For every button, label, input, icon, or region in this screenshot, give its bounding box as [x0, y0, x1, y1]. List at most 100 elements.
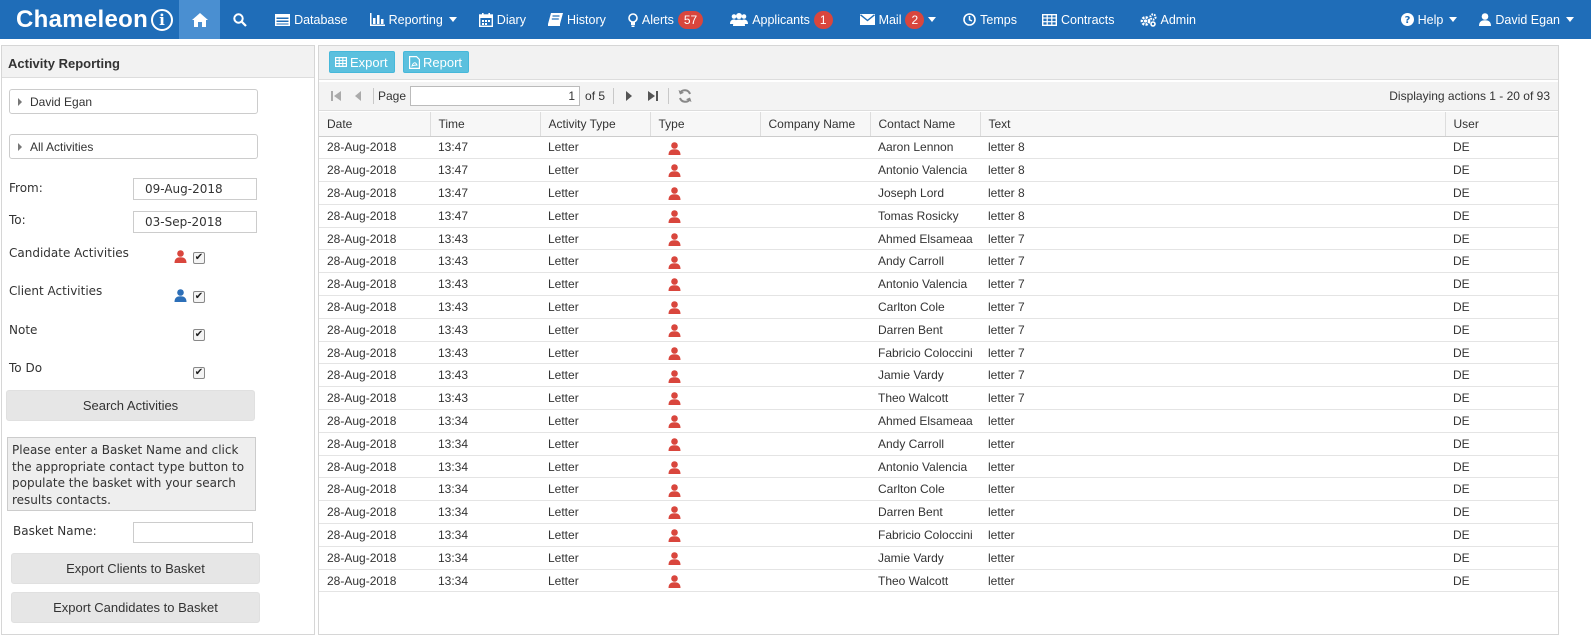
last-page-icon[interactable] — [646, 89, 660, 103]
cell-time: 13:43 — [430, 341, 540, 365]
cell-text: letter — [980, 409, 1445, 433]
table-row[interactable]: 28-Aug-2018 13:47 Letter Joseph Lord letter … — [319, 181, 1558, 205]
nav-contracts[interactable]: Contracts — [1028, 0, 1126, 39]
column-header-time[interactable]: Time — [430, 112, 541, 137]
cell-date: 28-Aug-2018 — [319, 204, 430, 228]
activity-type-select[interactable]: All Activities — [9, 134, 258, 159]
nav-admin-label: Admin — [1160, 12, 1196, 27]
table-row[interactable]: 28-Aug-2018 13:34 Letter Darren Bent letter D… — [319, 500, 1558, 525]
table-row[interactable]: 28-Aug-2018 13:47 Letter Aaron Lennon letter… — [319, 136, 1558, 160]
grid-body: 28-Aug-2018 13:47 Letter Aaron Lennon letter… — [319, 136, 1558, 593]
navbar-right: ? Help David Egan — [1390, 0, 1591, 39]
cell-user: DE — [1445, 546, 1558, 570]
note-checkbox[interactable]: ✔ — [193, 329, 205, 341]
cell-activity-type: Letter — [540, 569, 650, 593]
nav-mail[interactable]: Mail 2 — [844, 0, 948, 39]
cell-time: 13:43 — [430, 272, 540, 297]
user-select[interactable]: David Egan — [9, 89, 258, 114]
table-row[interactable]: 28-Aug-2018 13:47 Letter Tomas Rosicky lette… — [319, 204, 1558, 228]
cell-activity-type: Letter — [540, 158, 650, 183]
table-row[interactable]: 28-Aug-2018 13:34 Letter Ahmed Elsameaa lett… — [319, 409, 1558, 433]
previous-page-icon[interactable] — [351, 89, 365, 103]
cell-contact-name: Jamie Vardy — [870, 546, 980, 570]
export-button[interactable]: Export — [329, 51, 395, 73]
column-header-date[interactable]: Date — [319, 112, 431, 137]
cell-date: 28-Aug-2018 — [319, 523, 430, 547]
page-number-input[interactable]: 1 — [410, 86, 581, 106]
basket-info-text: Please enter a Basket Name and click the… — [7, 437, 256, 511]
home-button[interactable] — [179, 0, 221, 39]
cell-time: 13:47 — [430, 136, 540, 160]
table-row[interactable]: 28-Aug-2018 13:34 Letter Fabricio Coloccini… — [319, 523, 1558, 547]
export-candidates-to-basket-button[interactable]: Export Candidates to Basket — [11, 592, 260, 623]
svg-text:?: ? — [1404, 15, 1410, 26]
table-row[interactable]: 28-Aug-2018 13:34 Letter Theo Walcott letter… — [319, 569, 1558, 593]
cell-time: 13:43 — [430, 295, 540, 319]
next-page-icon[interactable] — [622, 89, 636, 103]
table-row[interactable]: 28-Aug-2018 13:43 Letter Theo Walcott letter… — [319, 386, 1558, 411]
table-row[interactable]: 28-Aug-2018 13:43 Letter Ahmed Elsameaa lett… — [319, 227, 1558, 251]
note-label: Note — [9, 323, 38, 337]
export-clients-to-basket-button[interactable]: Export Clients to Basket — [11, 553, 260, 584]
cell-contact-name: Fabricio Coloccini — [870, 341, 980, 365]
nav-database-label: Database — [294, 12, 348, 27]
first-page-icon[interactable] — [329, 89, 343, 103]
results-panel: Export Report Page 1 of 5 Displaying act… — [318, 45, 1559, 635]
cell-company-name — [760, 546, 870, 570]
cell-company-name — [760, 477, 870, 502]
cell-type — [650, 363, 760, 388]
table-row[interactable]: 28-Aug-2018 13:43 Letter Fabricio Coloccini… — [319, 341, 1558, 365]
basket-name-input[interactable] — [133, 522, 253, 543]
column-header-company-name[interactable]: Company Name — [760, 112, 871, 137]
database-icon — [275, 13, 291, 26]
column-header-activity-type[interactable]: Activity Type — [540, 112, 651, 137]
table-row[interactable]: 28-Aug-2018 13:43 Letter Carlton Cole letter… — [319, 295, 1558, 319]
cell-company-name — [760, 295, 870, 319]
brand-logo[interactable]: Chameleon i — [0, 0, 179, 39]
table-row[interactable]: 28-Aug-2018 13:43 Letter Jamie Vardy letter … — [319, 363, 1558, 388]
table-row[interactable]: 28-Aug-2018 13:43 Letter Andy Carroll letter… — [319, 249, 1558, 274]
nav-temps[interactable]: Temps — [947, 0, 1028, 39]
nav-applicants[interactable]: Applicants 1 — [714, 0, 843, 39]
candidate-activities-checkbox[interactable]: ✔ — [193, 252, 205, 264]
nav-database[interactable]: Database — [264, 0, 359, 39]
todo-checkbox[interactable]: ✔ — [193, 367, 205, 379]
cell-type — [650, 272, 760, 297]
table-row[interactable]: 28-Aug-2018 13:47 Letter Antonio Valencia le… — [319, 158, 1558, 183]
search-activities-button[interactable]: Search Activities — [6, 390, 255, 421]
cell-date: 28-Aug-2018 — [319, 341, 430, 365]
table-row[interactable]: 28-Aug-2018 13:34 Letter Andy Carroll letter… — [319, 432, 1558, 456]
column-header-contact-name[interactable]: Contact Name — [870, 112, 981, 137]
nav-user-menu[interactable]: David Egan — [1468, 0, 1591, 39]
nav-diary[interactable]: Diary — [468, 0, 537, 39]
nav-admin[interactable]: Admin — [1126, 0, 1207, 39]
nav-alerts[interactable]: Alerts 57 — [617, 0, 714, 39]
table-row[interactable]: 28-Aug-2018 13:34 Letter Antonio Valencia le… — [319, 455, 1558, 479]
client-activities-checkbox[interactable]: ✔ — [193, 291, 205, 303]
candidate-user-icon — [668, 415, 681, 429]
table-row[interactable]: 28-Aug-2018 13:43 Letter Antonio Valencia le… — [319, 272, 1558, 297]
cell-text: letter 8 — [980, 204, 1445, 228]
from-date-input[interactable]: 09-Aug-2018 — [133, 178, 257, 200]
table-row[interactable]: 28-Aug-2018 13:43 Letter Darren Bent letter … — [319, 318, 1558, 342]
column-header-type[interactable]: Type — [650, 112, 761, 137]
nav-help-label: Help — [1417, 12, 1444, 27]
table-row[interactable]: 28-Aug-2018 13:34 Letter Carlton Cole letter… — [319, 477, 1558, 502]
to-date-input[interactable]: 03-Sep-2018 — [133, 211, 257, 233]
nav-help[interactable]: ? Help — [1390, 0, 1469, 39]
column-header-text[interactable]: Text — [980, 112, 1446, 137]
cell-date: 28-Aug-2018 — [319, 386, 430, 411]
cell-activity-type: Letter — [540, 432, 650, 456]
column-header-user[interactable]: User — [1445, 112, 1558, 137]
nav-history[interactable]: History — [537, 0, 617, 39]
cell-user: DE — [1445, 477, 1558, 502]
table-row[interactable]: 28-Aug-2018 13:34 Letter Jamie Vardy letter D… — [319, 546, 1558, 570]
cell-activity-type: Letter — [540, 341, 650, 365]
pdf-file-icon — [409, 55, 420, 69]
report-button[interactable]: Report — [403, 51, 470, 73]
nav-reporting[interactable]: Reporting — [359, 0, 468, 39]
search-button[interactable] — [220, 0, 264, 39]
refresh-icon[interactable] — [677, 88, 693, 104]
cell-user: DE — [1445, 341, 1558, 365]
cell-user: DE — [1445, 432, 1558, 456]
